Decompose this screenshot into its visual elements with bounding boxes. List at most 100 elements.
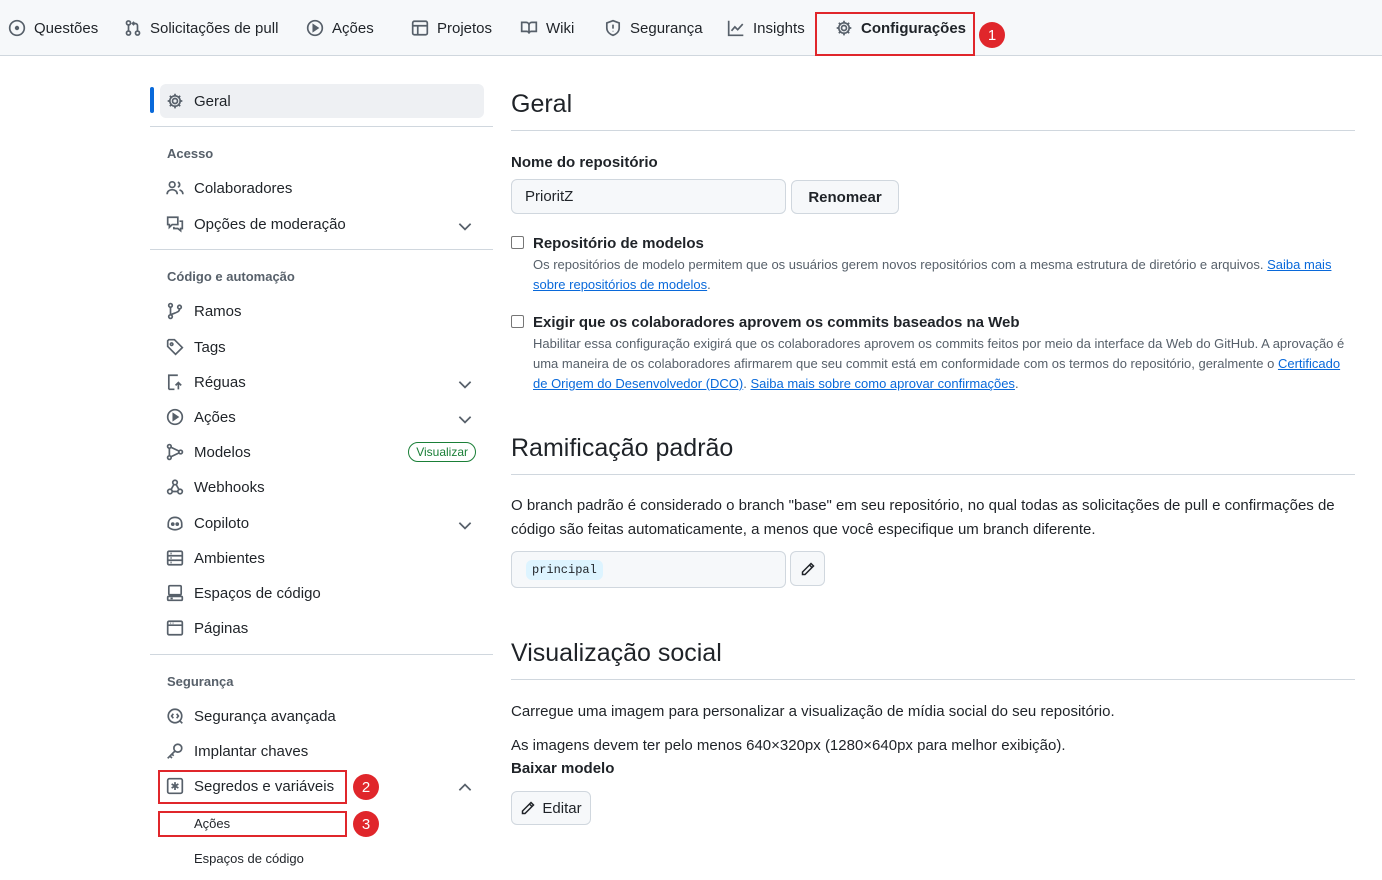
tab-label: Segurança [630,19,703,37]
tab-wiki[interactable]: Wiki [520,0,574,56]
sidebar-item-deploy-keys[interactable]: Implantar chaves [160,734,484,768]
sidebar-item-moderation[interactable]: Opções de moderação [160,207,484,241]
tab-pull-requests[interactable]: Solicitações de pull [124,0,278,56]
tab-label: Projetos [437,19,493,37]
pencil-icon [801,561,815,575]
webhook-icon [166,479,184,495]
play-icon [306,19,324,37]
sidebar-item-rules[interactable]: Réguas [160,365,484,399]
chevron-down-icon[interactable] [456,410,474,428]
default-branch-desc: O branch padrão é considerado o branch "… [511,497,1335,538]
sidebar-item-branches[interactable]: Ramos [160,294,484,328]
sidebar-item-label: Réguas [194,373,246,391]
section-title-general: Geral [511,90,573,118]
tab-label: Insights [753,19,805,37]
sidebar-item-label: Opções de moderação [194,215,346,233]
comment-discussion-icon [166,216,184,233]
pull-request-icon [125,20,141,36]
section-title-default-branch: Ramificação padrão [511,434,734,462]
social-preview-desc: Carregue uma imagem para personalizar a … [511,703,1115,720]
edit-image-button[interactable]: Editar [511,791,591,825]
git-branch-icon [167,302,183,320]
sidebar-item-general[interactable]: Geral [160,84,484,118]
signoff-label: Exigir que os colaboradores aprovem os c… [533,314,1020,331]
annotation-box-2 [158,770,347,804]
table-icon [411,20,429,36]
signoff-learn-link[interactable]: Saiba mais sobre como aprovar confirmaçõ… [750,376,1014,391]
sidebar-heading-access: Acesso [167,146,214,161]
preview-badge: Visualizar [408,442,476,462]
edit-branch-button[interactable] [790,551,825,586]
learn-more-link[interactable]: Saiba mais [1267,257,1331,272]
dco-link-a[interactable]: Certificado [1278,356,1340,371]
branch-name-chip: principal [526,559,603,580]
annotation-badge-2: 2 [353,774,379,800]
template-docs-link[interactable]: sobre repositórios de modelos [533,277,707,292]
chevron-down-icon[interactable] [456,375,474,393]
section-divider [511,130,1355,131]
template-desc-text: Os repositórios de modelo permitem que o… [533,257,1264,272]
repo-nav-bar: Questões Solicitações de pull Ações Proj… [0,0,1382,56]
signoff-desc-line2: uma maneira de os colaboradores afirmare… [533,356,1275,371]
models-icon [166,443,184,461]
section-divider [511,679,1355,680]
sidebar-item-collaborators[interactable]: Colaboradores [160,171,484,205]
server-icon [166,550,184,566]
sidebar-item-actions[interactable]: Ações [160,400,484,434]
active-indicator [150,87,154,113]
repo-name-label: Nome do repositório [511,154,658,171]
codescan-icon [167,708,183,724]
tab-label: Ações [332,19,374,37]
download-template-link[interactable]: Baixar modelo [511,757,614,781]
tag-icon [166,338,184,356]
sidebar-item-models[interactable]: Modelos Visualizar [160,435,484,469]
sidebar-subitem-codespaces[interactable]: Espaços de código [160,844,346,872]
sidebar-item-label: Modelos [194,443,251,461]
rename-button[interactable]: Renomear [791,180,899,214]
dco-link-b[interactable]: de Origem do Desenvolvedor (DCO) [533,376,743,391]
gear-icon [167,93,183,109]
sidebar-item-label: Ambientes [194,549,265,567]
tab-label: Wiki [546,19,575,37]
rules-icon [167,374,182,391]
tab-label: Solicitações de pull [150,19,279,37]
sidebar-item-tags[interactable]: Tags [160,330,484,364]
sidebar-item-label: Espaços de código [194,584,321,602]
sidebar-item-label: Geral [194,92,231,110]
sidebar-item-advanced-security[interactable]: Segurança avançada [160,699,484,733]
sidebar-divider [150,249,493,250]
sidebar-item-label: Segurança avançada [194,707,336,725]
chevron-down-icon[interactable] [456,217,474,235]
chevron-up-icon[interactable] [456,779,474,797]
sidebar-item-webhooks[interactable]: Webhooks [160,470,484,504]
social-preview-size-hint: As imagens devem ter pelo menos 640×320p… [511,737,1066,754]
sidebar-item-label: Páginas [194,619,249,637]
book-icon [520,21,538,34]
edit-button-label: Editar [542,799,582,817]
tab-security[interactable]: Segurança [604,0,703,56]
play-icon [166,408,184,426]
sidebar-item-label: Implantar chaves [194,742,309,760]
graph-icon [727,20,744,37]
section-title-social-preview: Visualização social [511,639,722,667]
issue-icon [8,19,26,37]
pencil-icon [522,801,535,815]
tab-insights[interactable]: Insights [727,0,805,56]
signoff-checkbox[interactable] [511,315,524,328]
sidebar-item-label: Copiloto [194,514,250,532]
sidebar-item-environments[interactable]: Ambientes [160,541,484,575]
sidebar-item-codespaces[interactable]: Espaços de código [160,576,484,610]
tab-actions[interactable]: Ações [306,0,374,56]
sidebar-item-label: Colaboradores [194,179,293,197]
chevron-down-icon[interactable] [456,516,474,534]
sidebar-item-label: Webhooks [194,478,265,496]
copilot-icon [167,516,183,531]
tab-issues[interactable]: Questões [8,0,98,56]
template-repo-checkbox[interactable] [511,236,524,249]
sidebar-item-pages[interactable]: Páginas [160,611,484,645]
key-icon [167,743,183,759]
sidebar-item-copilot[interactable]: Copiloto [160,506,484,540]
repo-name-input[interactable]: PrioritZ [511,179,786,214]
sidebar-item-label: Tags [194,338,226,356]
tab-projects[interactable]: Projetos [411,0,492,56]
